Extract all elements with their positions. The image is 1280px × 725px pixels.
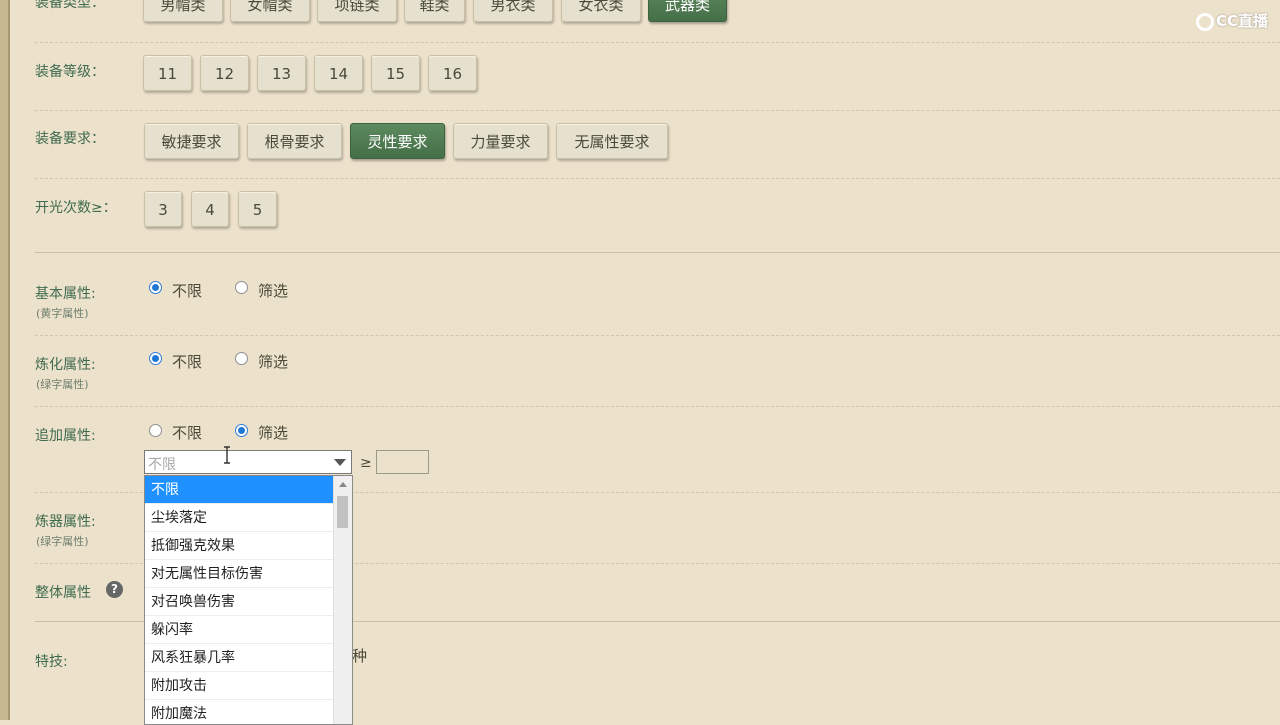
refine-attr-radio-unlimited-label: 不限 [172, 353, 203, 371]
dropdown-option[interactable]: 对无属性目标伤害 [145, 560, 333, 588]
refine-attr-radio-filter-label: 筛选 [258, 353, 289, 371]
separator [35, 406, 1280, 407]
basic-attr-label: 基本属性: [35, 286, 96, 302]
extra-attr-radio-filter[interactable] [235, 424, 248, 437]
extra-attr-radio-unlimited[interactable] [149, 424, 162, 437]
left-border [0, 0, 10, 720]
type-button-5[interactable]: 男衣类 [473, 0, 553, 22]
type-button-3[interactable]: 项链类 [317, 0, 397, 22]
glow-button-5[interactable]: 5 [238, 191, 277, 227]
cc-logo-icon [1196, 12, 1214, 31]
gte-symbol: ≥ [360, 455, 372, 471]
dropdown-option[interactable]: 风系狂暴几率 [145, 644, 333, 672]
overall-attr-label: 整体属性 [35, 585, 91, 601]
glow-count-label: 开光次数≥： [35, 200, 117, 216]
type-button-4[interactable]: 鞋类 [404, 0, 465, 22]
help-icon[interactable]: ? [106, 581, 123, 598]
text-cursor-icon [224, 446, 230, 464]
basic-attr-radio-filter-label: 筛选 [258, 282, 289, 300]
level-button-11[interactable]: 11 [143, 55, 192, 91]
extra-attr-select[interactable]: 不限 [144, 450, 352, 474]
level-button-13[interactable]: 13 [257, 55, 306, 91]
scrollbar-thumb[interactable] [337, 496, 348, 528]
level-button-16[interactable]: 16 [428, 55, 477, 91]
watermark-logo: CC直播 [1196, 10, 1268, 31]
forge-attr-sublabel: (绿字属性) [36, 535, 89, 548]
type-button-1[interactable]: 男帽类 [143, 0, 223, 22]
glow-button-3[interactable]: 3 [144, 191, 182, 227]
extra-attr-value-input[interactable] [376, 450, 429, 474]
req-button-none[interactable]: 无属性要求 [556, 123, 668, 159]
separator [35, 335, 1280, 336]
level-button-14[interactable]: 14 [314, 55, 363, 91]
req-button-strength[interactable]: 力量要求 [453, 123, 548, 159]
extra-attr-radio-unlimited-label: 不限 [172, 424, 203, 442]
dropdown-option[interactable]: 抵御强克效果 [145, 532, 333, 560]
basic-attr-radio-unlimited-label: 不限 [172, 282, 203, 300]
separator [35, 110, 1280, 111]
req-button-constitution[interactable]: 根骨要求 [247, 123, 342, 159]
section-divider [35, 252, 1280, 253]
skill-label: 特技: [35, 654, 68, 670]
req-button-agility[interactable]: 敏捷要求 [144, 123, 239, 159]
refine-attr-sublabel: (绿字属性) [36, 378, 89, 391]
level-button-12[interactable]: 12 [200, 55, 249, 91]
scroll-up-icon[interactable] [339, 482, 347, 487]
type-label: 装备类型： [35, 0, 105, 11]
level-button-15[interactable]: 15 [371, 55, 420, 91]
dropdown-option[interactable]: 附加攻击 [145, 672, 333, 700]
glow-button-4[interactable]: 4 [191, 191, 229, 227]
req-button-spirit-active[interactable]: 灵性要求 [350, 123, 445, 159]
dropdown-option[interactable]: 尘埃落定 [145, 504, 333, 532]
dropdown-option[interactable]: 对召唤兽伤害 [145, 588, 333, 616]
requirement-label: 装备要求： [35, 131, 105, 147]
separator [35, 42, 1280, 43]
type-button-7-active[interactable]: 武器类 [648, 0, 727, 22]
refine-attr-label: 炼化属性: [35, 357, 96, 373]
dropdown-scrollbar[interactable] [333, 476, 352, 724]
chevron-down-icon[interactable] [334, 459, 346, 466]
extra-attr-dropdown-list[interactable]: 不限 尘埃落定 抵御强克效果 对无属性目标伤害 对召唤兽伤害 躲闪率 风系狂暴几… [144, 475, 353, 725]
skill-trailing-text: 种 [352, 647, 368, 665]
dropdown-option[interactable]: 不限 [145, 476, 333, 504]
type-button-6[interactable]: 女衣类 [561, 0, 641, 22]
type-button-2[interactable]: 女帽类 [230, 0, 310, 22]
extra-attr-radio-filter-label: 筛选 [258, 424, 289, 442]
select-value: 不限 [148, 457, 176, 473]
forge-attr-label: 炼器属性: [35, 514, 96, 530]
dropdown-option[interactable]: 附加魔法 [145, 700, 333, 724]
separator [35, 178, 1280, 179]
basic-attr-radio-filter[interactable] [235, 281, 248, 294]
refine-attr-radio-filter[interactable] [235, 352, 248, 365]
basic-attr-radio-unlimited[interactable] [149, 281, 162, 294]
level-label: 装备等级： [35, 64, 105, 80]
refine-attr-radio-unlimited[interactable] [149, 352, 162, 365]
dropdown-option[interactable]: 躲闪率 [145, 616, 333, 644]
extra-attr-label: 追加属性: [35, 428, 96, 444]
basic-attr-sublabel: (黄字属性) [36, 307, 89, 320]
